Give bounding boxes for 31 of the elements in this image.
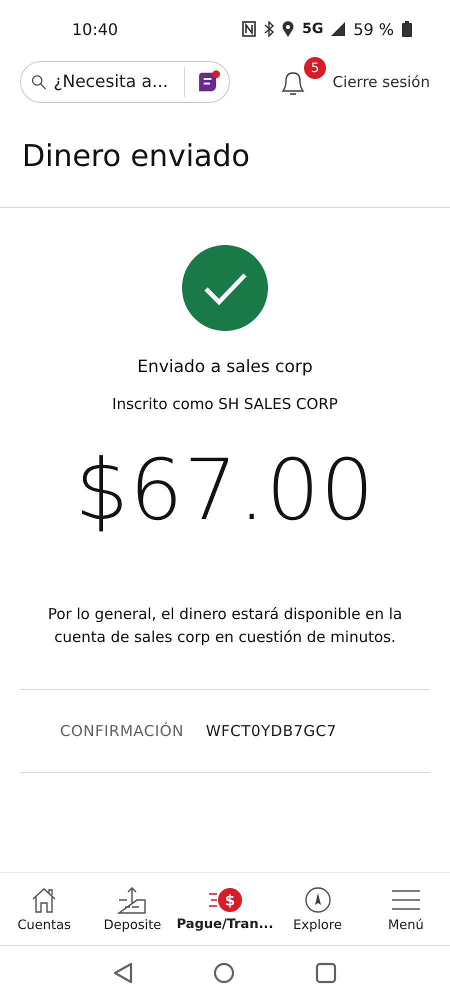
recipient-text: Enviado a sales corp bbox=[137, 357, 313, 377]
availability-note: Por lo general, el dinero estará disponible en la cuenta de sales corp en cuestión de minutos. bbox=[46, 604, 404, 648]
confirmation-label: CONFIRMACIÓN bbox=[60, 722, 184, 740]
nav-tab[interactable]: Menú bbox=[362, 873, 450, 945]
home-icon[interactable] bbox=[213, 962, 235, 984]
back-icon[interactable] bbox=[113, 962, 133, 984]
network-type: 5G bbox=[302, 21, 324, 37]
nfc-icon bbox=[242, 21, 256, 37]
compass-icon bbox=[302, 885, 333, 915]
page-title: Dinero enviado bbox=[0, 106, 450, 208]
battery-icon bbox=[402, 21, 412, 37]
location-icon bbox=[282, 21, 294, 37]
nav-tab[interactable]: Cuentas bbox=[0, 873, 88, 945]
bluetooth-icon bbox=[264, 21, 274, 37]
deposit-icon bbox=[117, 885, 148, 915]
signal-icon bbox=[331, 22, 346, 36]
recents-icon[interactable] bbox=[315, 962, 337, 984]
battery-percent: 59 % bbox=[353, 20, 394, 38]
nav-tab[interactable]: Deposite bbox=[88, 873, 177, 945]
nav-tab[interactable]: $ Pague/Tran... bbox=[176, 873, 274, 945]
nav-tab[interactable]: Explore bbox=[273, 873, 362, 945]
clock-time: 10:40 bbox=[72, 20, 118, 38]
success-check-icon bbox=[182, 245, 268, 331]
logout-link[interactable]: Cierre sesión bbox=[332, 73, 430, 91]
search-field[interactable]: ¿Necesita a... bbox=[51, 71, 176, 93]
confirmation-number: WFCT0YDB7GC7 bbox=[206, 722, 337, 740]
enrolled-name: Inscrito como SH SALES CORP bbox=[112, 395, 338, 413]
amount-value: $67.00 bbox=[75, 441, 375, 539]
search-icon bbox=[31, 72, 46, 92]
search-bar[interactable]: ¿Necesita a... bbox=[20, 61, 230, 103]
notification-badge: 5 bbox=[304, 57, 326, 79]
